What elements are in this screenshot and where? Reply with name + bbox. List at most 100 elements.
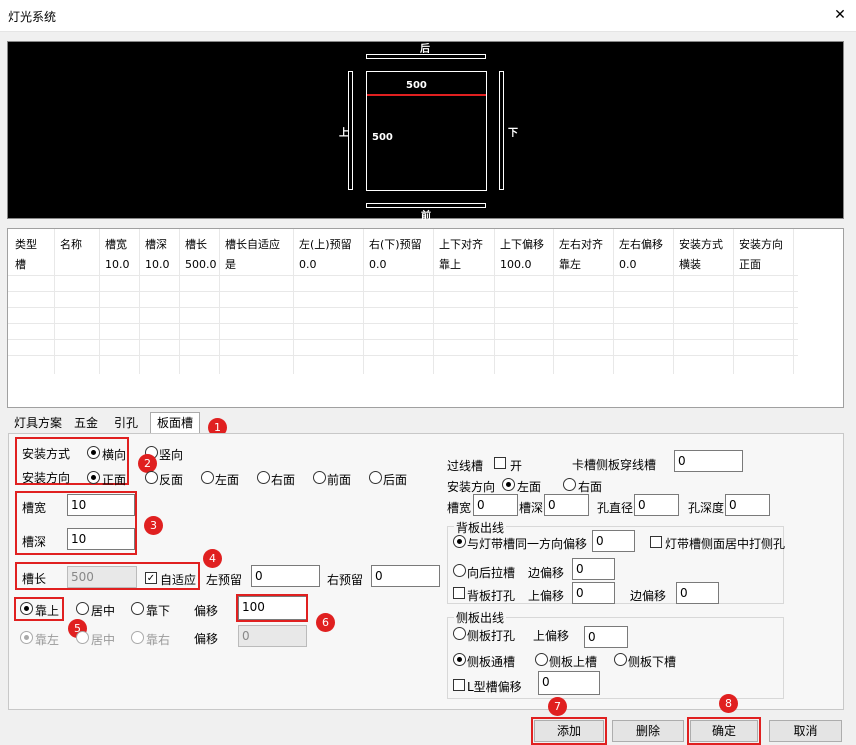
radio-align-top[interactable] bbox=[20, 602, 33, 615]
top-label: 上 bbox=[339, 128, 349, 139]
radio-dir-front-face[interactable] bbox=[313, 471, 326, 484]
adaptive-checkbox[interactable]: ✓ bbox=[145, 572, 157, 584]
offset2-input[interactable]: 0 bbox=[238, 625, 307, 647]
radio-dir-front[interactable] bbox=[87, 471, 100, 484]
close-icon[interactable]: ✕ bbox=[832, 7, 848, 23]
top-offset-input[interactable]: 0 bbox=[572, 582, 615, 604]
radio-side-hole[interactable] bbox=[453, 627, 466, 640]
hole-diameter-input[interactable]: 0 bbox=[634, 494, 679, 516]
tab-hardware[interactable]: 五金 bbox=[74, 414, 98, 432]
grid-line bbox=[8, 355, 798, 356]
grid-line bbox=[179, 229, 180, 374]
radio-dir-rear[interactable] bbox=[369, 471, 382, 484]
wire-slot-label: 过线槽 bbox=[447, 459, 484, 473]
dir-back-label: 反面 bbox=[159, 473, 184, 487]
annotation-badge: 3 bbox=[144, 516, 163, 535]
grid-line bbox=[99, 229, 100, 374]
side-through-label: 侧板通槽 bbox=[467, 655, 516, 669]
tab-lead-hole[interactable]: 引孔 bbox=[114, 414, 138, 432]
slot-depth-input[interactable]: 10 bbox=[67, 528, 135, 550]
side-top-offset-label: 上偏移 bbox=[533, 629, 570, 643]
cell bbox=[57, 255, 60, 275]
radio-side-through[interactable] bbox=[453, 653, 466, 666]
slot-depth-label: 槽深 bbox=[22, 535, 47, 549]
edge-offset-input[interactable]: 0 bbox=[572, 558, 615, 580]
col-header: 槽深 bbox=[145, 238, 167, 251]
side-board-group-label: 侧板出线 bbox=[454, 609, 507, 626]
highlight-box bbox=[687, 717, 761, 745]
cell: 是 bbox=[225, 258, 236, 271]
edge-offset2-input[interactable]: 0 bbox=[676, 582, 719, 604]
tab-fixture-plan[interactable]: 灯具方案 bbox=[14, 414, 62, 432]
radio-align-middle[interactable] bbox=[76, 602, 89, 615]
dir-rear-label: 后面 bbox=[383, 473, 408, 487]
wire-slot-open-label: 开 bbox=[510, 459, 523, 473]
radio-align-right[interactable] bbox=[131, 631, 144, 644]
back-hole-checkbox[interactable] bbox=[453, 587, 465, 599]
top-offset-label: 上偏移 bbox=[528, 589, 565, 603]
table-row[interactable]: 槽 10.0 10.0 500.0 是 0.0 0.0 靠上 100.0 靠左 … bbox=[8, 255, 843, 275]
cell: 靠上 bbox=[439, 258, 461, 271]
side-upper-label: 侧板上槽 bbox=[549, 655, 598, 669]
radio-side-lower[interactable] bbox=[614, 653, 627, 666]
col-header: 左右偏移 bbox=[619, 238, 663, 251]
col-header: 上下对齐 bbox=[439, 238, 483, 251]
slot-width-input[interactable]: 10 bbox=[67, 494, 135, 516]
l-slot-input[interactable]: 0 bbox=[538, 671, 600, 695]
left-reserve-label: 左预留 bbox=[206, 573, 243, 587]
slot-d-input[interactable]: 0 bbox=[544, 494, 589, 516]
radio-right-dir-left[interactable] bbox=[502, 478, 515, 491]
grid-line bbox=[793, 229, 794, 374]
cancel-button[interactable]: 取消 bbox=[769, 720, 842, 742]
radio-align-center[interactable] bbox=[76, 631, 89, 644]
offset2-label: 偏移 bbox=[194, 632, 219, 646]
radio-dir-right[interactable] bbox=[257, 471, 270, 484]
col-header: 上下偏移 bbox=[500, 238, 544, 251]
hole-depth-input[interactable]: 0 bbox=[725, 494, 770, 516]
tab-panel-slot[interactable]: 板面槽 bbox=[150, 412, 201, 434]
delete-button[interactable]: 删除 bbox=[612, 720, 684, 742]
install-mode-label: 安装方式 bbox=[22, 447, 71, 461]
side-center-checkbox[interactable] bbox=[650, 536, 662, 548]
grid-line bbox=[293, 229, 294, 374]
grid-line bbox=[613, 229, 614, 374]
right-reserve-input[interactable]: 0 bbox=[371, 565, 440, 587]
front-label: 前 bbox=[421, 211, 431, 222]
annotation-badge: 7 bbox=[548, 697, 567, 716]
pull-back-label: 向后拉槽 bbox=[467, 566, 516, 580]
grid-line bbox=[8, 291, 798, 292]
radio-dir-left[interactable] bbox=[201, 471, 214, 484]
grid-line bbox=[733, 229, 734, 374]
slot-w-input[interactable]: 0 bbox=[473, 494, 518, 516]
l-slot-checkbox[interactable] bbox=[453, 679, 465, 691]
col-header: 安装方式 bbox=[679, 238, 723, 251]
radio-pull-back[interactable] bbox=[453, 564, 466, 577]
align-center-label: 居中 bbox=[91, 633, 116, 647]
radio-horizontal[interactable] bbox=[87, 446, 100, 459]
grid-line bbox=[54, 229, 55, 374]
col-header: 槽宽 bbox=[105, 238, 127, 251]
radio-align-left[interactable] bbox=[20, 631, 33, 644]
side-top-offset-input[interactable]: 0 bbox=[584, 626, 628, 648]
grid-line bbox=[363, 229, 364, 374]
annotation-badge: 4 bbox=[203, 549, 222, 568]
dir-left-label: 左面 bbox=[215, 473, 240, 487]
same-direction-input[interactable]: 0 bbox=[592, 530, 635, 552]
radio-side-upper[interactable] bbox=[535, 653, 548, 666]
cell: 0.0 bbox=[369, 258, 387, 271]
card-slot-input[interactable]: 0 bbox=[674, 450, 743, 472]
radio-same-direction[interactable] bbox=[453, 535, 466, 548]
wire-slot-open-checkbox[interactable] bbox=[494, 457, 506, 469]
col-header: 类型 bbox=[15, 238, 37, 251]
window-title: 灯光系统 bbox=[8, 10, 57, 24]
right-dir-right-label: 右面 bbox=[578, 480, 603, 494]
col-header: 槽长自适应 bbox=[225, 238, 280, 251]
radio-right-dir-right[interactable] bbox=[563, 478, 576, 491]
left-reserve-input[interactable]: 0 bbox=[251, 565, 320, 587]
radio-dir-back[interactable] bbox=[145, 471, 158, 484]
right-reserve-label: 右预留 bbox=[327, 573, 364, 587]
radio-align-bottom[interactable] bbox=[131, 602, 144, 615]
side-hole-label: 侧板打孔 bbox=[467, 629, 516, 643]
cell: 靠左 bbox=[559, 258, 581, 271]
slot-table[interactable]: 类型 名称 槽宽 槽深 槽长 槽长自适应 左(上)预留 右(下)预留 上下对齐 … bbox=[7, 228, 844, 408]
